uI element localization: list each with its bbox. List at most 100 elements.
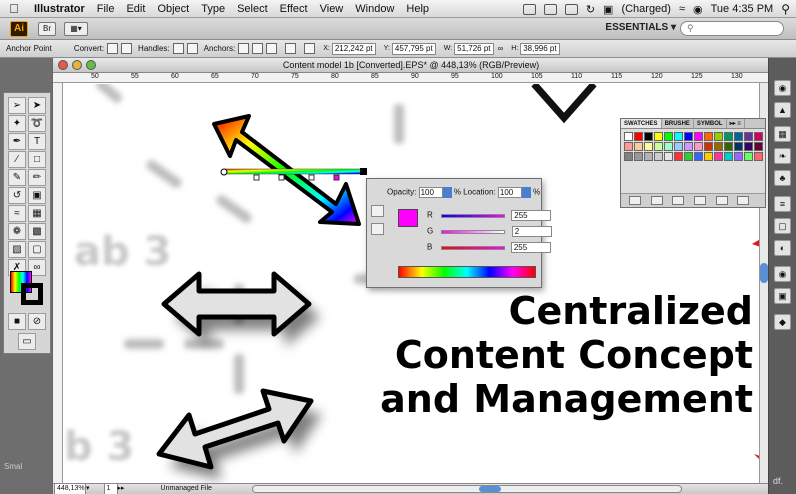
workspace-switcher[interactable]: ESSENTIALS ▾ — [605, 22, 676, 33]
artboard-nav-icon[interactable]: ▸▸ — [118, 484, 125, 494]
convert-corner-icon[interactable] — [107, 43, 119, 54]
color-swatch[interactable] — [654, 132, 663, 141]
color-swatch[interactable] — [624, 152, 633, 161]
color-swatch[interactable] — [714, 142, 723, 151]
connect-anchor-icon[interactable] — [252, 43, 264, 54]
tab-symbols[interactable]: SYMBOL — [694, 119, 727, 128]
direct-selection-tool-icon[interactable]: ➤ — [28, 97, 46, 114]
gradient-dock-icon[interactable]: ▢ — [774, 218, 791, 234]
arrange-documents-button[interactable]: ▦▾ — [64, 21, 88, 36]
mail-status-icon[interactable] — [543, 3, 557, 15]
menu-window[interactable]: Window — [349, 3, 400, 15]
menu-object[interactable]: Object — [151, 3, 195, 15]
menu-file[interactable]: File — [91, 3, 121, 15]
new-color-group-icon[interactable] — [694, 196, 707, 205]
symbol-sprayer-tool-icon[interactable]: ❁ — [8, 223, 26, 240]
color-swatch[interactable] — [694, 152, 703, 161]
swatch-kind-icon[interactable] — [650, 196, 663, 205]
gradient-tool-icon[interactable]: ▢ — [28, 241, 46, 258]
color-swatch[interactable] — [704, 152, 713, 161]
show-handles-icon[interactable] — [172, 43, 184, 54]
zoom-field[interactable]: 448,13% — [54, 483, 86, 494]
chevron-shape[interactable] — [531, 84, 597, 124]
spotlight-search-icon[interactable]: ⚲ — [781, 2, 790, 16]
horizontal-scroll-thumb[interactable] — [478, 486, 501, 492]
color-swatch[interactable] — [684, 142, 693, 151]
color-swatch[interactable] — [664, 132, 673, 141]
layers-dock-icon[interactable]: ▣ — [774, 288, 791, 304]
hide-handles-icon[interactable] — [186, 43, 198, 54]
screen-mode-icon[interactable]: ▭ — [18, 333, 36, 350]
artboard-number-field[interactable]: 1 — [103, 483, 118, 494]
color-swatch[interactable] — [754, 142, 763, 151]
color-swatch[interactable] — [734, 142, 743, 151]
green-slider[interactable] — [441, 229, 506, 234]
h-field[interactable]: 38,996 pt — [520, 42, 560, 55]
lasso-tool-icon[interactable]: ➰ — [28, 115, 46, 132]
stroke-swatch[interactable] — [21, 283, 43, 305]
menu-type[interactable]: Type — [195, 3, 231, 15]
color-swatch[interactable] — [694, 132, 703, 141]
color-swatch[interactable] — [634, 142, 643, 151]
magic-wand-tool-icon[interactable]: ✦ — [8, 115, 26, 132]
line-tool-icon[interactable]: ∕ — [8, 151, 26, 168]
color-swatch[interactable] — [724, 132, 733, 141]
zoom-dropdown-icon[interactable]: ▾ — [86, 484, 90, 494]
color-swatch[interactable] — [694, 142, 703, 151]
paintbrush-tool-icon[interactable]: ✎ — [8, 169, 26, 186]
color-swatch[interactable] — [684, 152, 693, 161]
blue-slider[interactable] — [440, 245, 505, 250]
convert-smooth-icon[interactable] — [121, 43, 133, 54]
menu-edit[interactable]: Edit — [120, 3, 151, 15]
sync-status-icon[interactable]: ↻ — [586, 3, 595, 16]
opacity-field[interactable]: 100 — [418, 187, 443, 198]
scale-tool-icon[interactable]: ▣ — [28, 187, 46, 204]
x-field[interactable]: 212,242 pt — [331, 42, 376, 55]
menu-help[interactable]: Help — [400, 3, 435, 15]
menu-app-name[interactable]: Illustrator — [28, 3, 91, 15]
clock[interactable]: Tue 4:35 PM — [711, 3, 774, 15]
new-swatch-icon[interactable] — [715, 196, 728, 205]
appearance-icon[interactable]: ▲ — [774, 102, 791, 118]
remove-anchor-icon[interactable] — [238, 43, 250, 54]
color-spectrum-bar[interactable] — [398, 266, 536, 278]
color-swatch[interactable] — [654, 142, 663, 151]
artboards-dock-icon[interactable]: ◆ — [774, 314, 791, 330]
window-status-icon[interactable] — [522, 3, 536, 15]
color-swatch[interactable] — [664, 142, 673, 151]
pencil-tool-icon[interactable]: ✏ — [28, 169, 46, 186]
free-transform-tool-icon[interactable]: ▦ — [28, 205, 46, 222]
swatch-options-icon[interactable] — [672, 196, 685, 205]
slide-heading[interactable]: Centralized Content Concept and Manageme… — [293, 289, 753, 421]
red-field[interactable]: 255 — [511, 210, 552, 221]
w-field[interactable]: 51,726 pt — [454, 42, 494, 55]
color-swatch[interactable] — [704, 142, 713, 151]
vertical-scroll-thumb[interactable] — [760, 263, 768, 283]
color-swatch[interactable] — [714, 152, 723, 161]
swatch-library-icon[interactable] — [629, 196, 641, 205]
color-swatch[interactable] — [744, 132, 753, 141]
symbols-dock-icon[interactable]: ♣ — [774, 170, 791, 186]
color-swatch[interactable] — [734, 152, 743, 161]
color-swatch[interactable] — [734, 132, 743, 141]
mesh-tool-icon[interactable]: ▧ — [8, 241, 26, 258]
graphic-styles-dock-icon[interactable]: ◉ — [774, 266, 791, 282]
color-swatch[interactable] — [674, 132, 683, 141]
tab-swatches[interactable]: SWATCHES — [621, 119, 662, 128]
color-swatch[interactable] — [624, 132, 633, 141]
blue-field[interactable]: 255 — [510, 242, 551, 253]
none-mode-icon[interactable]: ⊘ — [28, 313, 46, 330]
rotate-tool-icon[interactable]: ↺ — [8, 187, 26, 204]
color-swatch[interactable] — [744, 142, 753, 151]
color-swatch[interactable] — [664, 152, 673, 161]
color-swatch[interactable] — [704, 132, 713, 141]
type-tool-icon[interactable]: T — [28, 133, 46, 150]
brushes-dock-icon[interactable]: ❧ — [774, 148, 791, 164]
selection-tool-icon[interactable]: ➢ — [8, 97, 26, 114]
cut-path-icon[interactable] — [266, 43, 278, 54]
color-mode-icon[interactable]: ■ — [8, 313, 26, 330]
color-swatch[interactable] — [754, 132, 763, 141]
green-field[interactable]: 2 — [511, 226, 552, 237]
color-swatch[interactable] — [724, 152, 733, 161]
color-panel-icon[interactable] — [371, 205, 384, 217]
